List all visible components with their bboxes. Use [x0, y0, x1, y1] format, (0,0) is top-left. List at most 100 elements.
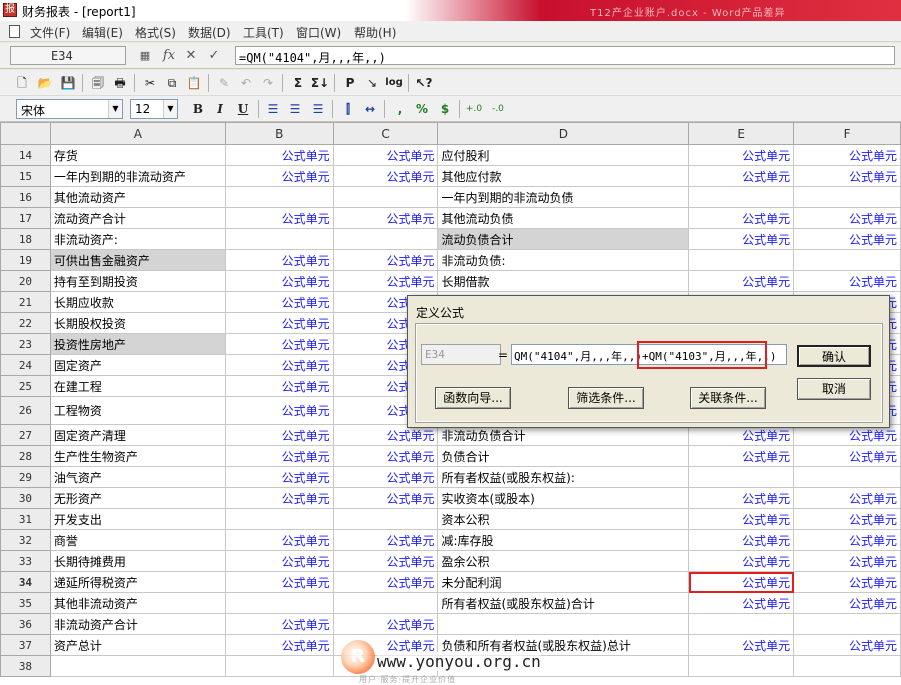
underline-button[interactable]: U — [233, 99, 253, 119]
row-header[interactable]: 26 — [0, 396, 51, 425]
cell-a[interactable]: 无形资产 — [49, 487, 226, 509]
cell-b[interactable]: 公式单元 — [224, 529, 334, 551]
cell-b[interactable]: 公式单元 — [224, 571, 334, 593]
align-right-icon[interactable]: ☰ — [308, 99, 328, 119]
cell-b[interactable]: 公式单元 — [224, 165, 334, 187]
chevron-down-icon[interactable]: ▼ — [163, 100, 177, 118]
row-header[interactable]: 17 — [0, 207, 51, 229]
cell-c[interactable]: 公式单元 — [332, 466, 439, 488]
corner-cell[interactable] — [0, 122, 51, 145]
align-center-icon[interactable]: ☰ — [285, 99, 305, 119]
paste-icon[interactable]: 📋 — [184, 73, 204, 93]
cell-f[interactable] — [793, 249, 901, 271]
cell-a[interactable]: 一年内到期的非流动资产 — [49, 165, 226, 187]
cell-d[interactable]: 减:库存股 — [437, 529, 690, 551]
row-header[interactable]: 34 — [0, 571, 51, 593]
fx-icon[interactable]: fx — [160, 47, 178, 65]
cell-b[interactable]: 公式单元 — [224, 354, 334, 376]
cell-e[interactable] — [688, 466, 795, 488]
row-header[interactable]: 14 — [0, 144, 51, 166]
cell-f[interactable]: 公式单元 — [793, 207, 901, 229]
cell-f[interactable]: 公式单元 — [793, 529, 901, 551]
cell-c[interactable]: 公式单元 — [332, 445, 439, 467]
vertical-align-icon[interactable]: ⫿ — [338, 99, 358, 119]
cell-c[interactable] — [332, 592, 439, 614]
cell-b[interactable]: 公式单元 — [224, 291, 334, 313]
menu-window[interactable]: 窗口(W) — [296, 24, 341, 41]
cell-b[interactable]: 公式单元 — [224, 207, 334, 229]
cell-b[interactable] — [224, 592, 334, 614]
row-header[interactable]: 37 — [0, 634, 51, 656]
cell-e[interactable] — [688, 655, 795, 677]
cell-a[interactable]: 在建工程 — [49, 375, 226, 397]
cell-b[interactable] — [224, 655, 334, 677]
currency-style-button[interactable]: $ — [435, 99, 455, 119]
cell-c[interactable]: 公式单元 — [332, 550, 439, 572]
column-header[interactable]: C — [332, 122, 439, 145]
cell-d[interactable]: 资本公积 — [437, 508, 690, 530]
row-header[interactable]: 20 — [0, 270, 51, 292]
cell-d[interactable]: 所有者权益(或股东权益): — [437, 466, 690, 488]
cell-a[interactable]: 工程物资 — [49, 396, 226, 425]
cell-c[interactable]: 公式单元 — [332, 207, 439, 229]
cell-f[interactable]: 公式单元 — [793, 144, 901, 166]
menu-help[interactable]: 帮助(H) — [354, 24, 396, 41]
cell-a[interactable]: 商誉 — [49, 529, 226, 551]
cell-f[interactable]: 公式单元 — [793, 592, 901, 614]
open-folder-icon[interactable]: 📂 — [35, 73, 55, 93]
cell-e[interactable]: 公式单元 — [688, 445, 795, 467]
cell-b[interactable]: 公式单元 — [224, 312, 334, 334]
cell-e[interactable]: 公式单元 — [688, 571, 795, 593]
cell-a[interactable]: 长期应收款 — [49, 291, 226, 313]
increase-decimal-button[interactable]: +.0 — [464, 99, 484, 119]
cell-d[interactable]: 长期借款 — [437, 270, 690, 292]
cell-d[interactable]: 一年内到期的非流动负债 — [437, 186, 690, 208]
cell-d[interactable]: 其他流动负债 — [437, 207, 690, 229]
cancel-button[interactable]: 取消 — [797, 378, 871, 400]
function-wizard-button[interactable]: 函数向导... — [435, 387, 511, 409]
cell-b[interactable]: 公式单元 — [224, 613, 334, 635]
relation-condition-button[interactable]: 关联条件... — [690, 387, 766, 409]
cell-a[interactable] — [49, 655, 226, 677]
row-header[interactable]: 38 — [0, 655, 51, 677]
font-size-select[interactable]: 12 ▼ — [130, 99, 178, 119]
cell-c[interactable]: 公式单元 — [332, 144, 439, 166]
help-pointer-icon[interactable]: ↖? — [414, 73, 434, 93]
calculator-icon[interactable]: ▦ — [136, 47, 154, 65]
cell-c[interactable] — [332, 228, 439, 250]
menu-file[interactable]: 文件(F) — [30, 24, 70, 41]
cell-b[interactable]: 公式单元 — [224, 424, 334, 446]
cell-d[interactable] — [437, 613, 690, 635]
cell-f[interactable]: 公式单元 — [793, 550, 901, 572]
undo-icon[interactable]: ↶ — [236, 73, 256, 93]
cell-d[interactable]: 流动负债合计 — [437, 228, 690, 250]
row-header[interactable]: 22 — [0, 312, 51, 334]
cell-f[interactable]: 公式单元 — [793, 487, 901, 509]
cell-a[interactable]: 存货 — [49, 144, 226, 166]
cell-a[interactable]: 流动资产合计 — [49, 207, 226, 229]
cell-d[interactable]: 实收资本(或股本) — [437, 487, 690, 509]
redo-icon[interactable]: ↷ — [258, 73, 278, 93]
cell-e[interactable]: 公式单元 — [688, 207, 795, 229]
cell-d[interactable]: 未分配利润 — [437, 571, 690, 593]
cell-f[interactable]: 公式单元 — [793, 445, 901, 467]
row-header[interactable]: 21 — [0, 291, 51, 313]
cancel-edit-icon[interactable]: ✕ — [182, 47, 200, 65]
cell-f[interactable]: 公式单元 — [793, 634, 901, 656]
cell-b[interactable]: 公式单元 — [224, 396, 334, 425]
filter-condition-button[interactable]: 筛选条件... — [568, 387, 644, 409]
cell-b[interactable]: 公式单元 — [224, 466, 334, 488]
cell-f[interactable]: 公式单元 — [793, 508, 901, 530]
cell-e[interactable]: 公式单元 — [688, 144, 795, 166]
cell-e[interactable]: 公式单元 — [688, 508, 795, 530]
row-header[interactable]: 27 — [0, 424, 51, 446]
cell-d[interactable]: 负债合计 — [437, 445, 690, 467]
horizontal-align-icon[interactable]: ↔ — [360, 99, 380, 119]
cell-d[interactable]: 非流动负债: — [437, 249, 690, 271]
sum-icon[interactable]: Σ — [288, 73, 308, 93]
cell-reference-box[interactable]: E34 — [10, 46, 126, 65]
font-name-select[interactable]: 宋体 ▼ — [16, 99, 123, 119]
cell-e[interactable]: 公式单元 — [688, 270, 795, 292]
cell-f[interactable]: 公式单元 — [793, 270, 901, 292]
cell-b[interactable]: 公式单元 — [224, 333, 334, 355]
